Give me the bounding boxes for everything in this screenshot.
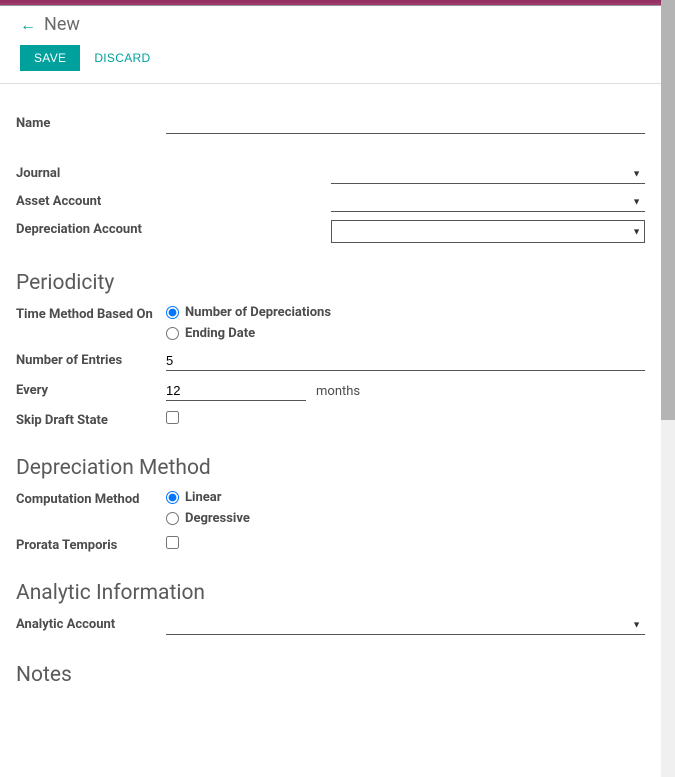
scrollbar-thumb[interactable]: [661, 0, 675, 420]
analytic-account-label: Analytic Account: [16, 615, 166, 632]
depreciation-account-dropdown[interactable]: [331, 220, 645, 243]
back-arrow-icon[interactable]: ←: [20, 17, 36, 33]
name-row: Name: [16, 114, 645, 134]
analytic-account-row: Analytic Account ▼: [16, 615, 645, 635]
radio-number-input[interactable]: [166, 306, 179, 319]
radio-ending-input[interactable]: [166, 327, 179, 340]
name-label: Name: [16, 114, 166, 131]
radio-degressive-input[interactable]: [166, 512, 179, 525]
radio-ending-date[interactable]: Ending Date: [166, 326, 645, 341]
journal-row: Journal ▼: [16, 164, 645, 184]
control-panel: ← New SAVE DISCARD: [0, 6, 661, 84]
every-unit: months: [316, 384, 360, 399]
radio-degressive[interactable]: Degressive: [166, 511, 645, 526]
journal-label: Journal: [16, 164, 331, 181]
journal-dropdown[interactable]: [331, 164, 645, 184]
asset-account-row: Asset Account ▼: [16, 192, 645, 212]
vertical-scrollbar[interactable]: [661, 0, 675, 777]
form-sheet: Name Journal ▼ Asset Account ▼: [0, 84, 661, 717]
radio-degressive-label: Degressive: [185, 511, 250, 526]
radio-number-depreciations[interactable]: Number of Depreciations: [166, 305, 645, 320]
radio-linear[interactable]: Linear: [166, 490, 645, 505]
name-input[interactable]: [166, 114, 645, 134]
time-method-row: Time Method Based On Number of Depreciat…: [16, 305, 645, 341]
number-entries-row: Number of Entries: [16, 351, 645, 371]
skip-draft-checkbox[interactable]: [166, 411, 179, 424]
skip-draft-label: Skip Draft State: [16, 411, 166, 428]
every-input[interactable]: [166, 381, 306, 401]
skip-draft-row: Skip Draft State: [16, 411, 645, 428]
discard-button[interactable]: DISCARD: [94, 51, 150, 65]
computation-method-label: Computation Method: [16, 490, 166, 507]
depreciation-method-title: Depreciation Method: [16, 456, 645, 480]
computation-method-row: Computation Method Linear Degressive: [16, 490, 645, 526]
radio-linear-label: Linear: [185, 490, 222, 505]
radio-number-label: Number of Depreciations: [185, 305, 331, 320]
time-method-label: Time Method Based On: [16, 305, 166, 322]
save-button[interactable]: SAVE: [20, 45, 80, 71]
breadcrumb: ← New: [20, 14, 641, 35]
analytic-account-dropdown[interactable]: [166, 615, 645, 635]
number-entries-input[interactable]: [166, 351, 645, 371]
analytic-title: Analytic Information: [16, 581, 645, 605]
radio-linear-input[interactable]: [166, 491, 179, 504]
depreciation-account-label: Depreciation Account: [16, 220, 331, 237]
number-entries-label: Number of Entries: [16, 351, 166, 368]
periodicity-title: Periodicity: [16, 271, 645, 295]
radio-ending-label: Ending Date: [185, 326, 255, 341]
action-buttons: SAVE DISCARD: [20, 45, 641, 71]
depreciation-account-row: Depreciation Account ▼: [16, 220, 645, 243]
asset-account-label: Asset Account: [16, 192, 331, 209]
notes-title: Notes: [16, 663, 645, 687]
prorata-label: Prorata Temporis: [16, 536, 166, 553]
asset-account-dropdown[interactable]: [331, 192, 645, 212]
every-label: Every: [16, 381, 166, 398]
prorata-checkbox[interactable]: [166, 536, 179, 549]
page-title: New: [44, 14, 80, 35]
prorata-row: Prorata Temporis: [16, 536, 645, 553]
every-row: Every months: [16, 381, 645, 401]
